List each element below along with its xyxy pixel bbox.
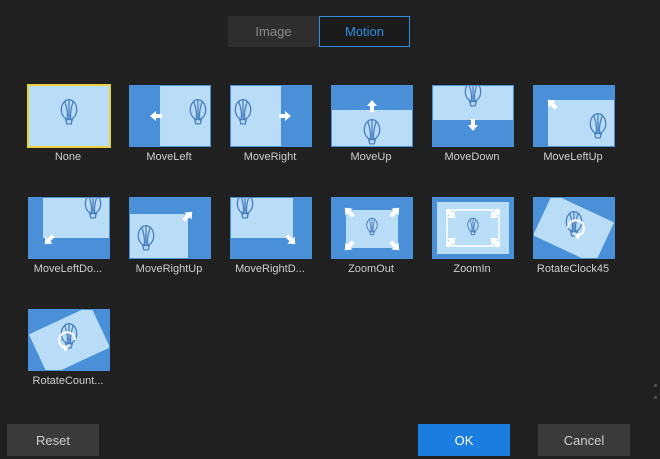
balloon-icon [130,86,210,146]
motion-item-rightdown[interactable]: MoveRightD... [230,197,312,295]
motion-thumbnail[interactable] [230,197,312,259]
motion-thumbnail[interactable] [533,85,615,147]
motion-label: MoveUp [350,151,392,163]
cancel-button[interactable]: Cancel [538,424,630,456]
balloon-icon [534,86,614,146]
motion-item-zoomout[interactable]: ZoomOut [331,197,413,295]
scrollbar-indicator [654,384,657,387]
motion-thumbnail[interactable] [432,197,514,259]
balloon-icon [231,198,311,258]
tab-image[interactable]: Image [228,16,319,47]
motion-item-right[interactable]: MoveRight [230,85,312,183]
balloon-icon [433,86,513,146]
reset-button[interactable]: Reset [7,424,99,456]
motion-thumbnail[interactable] [331,197,413,259]
tab-motion[interactable]: Motion [319,16,410,47]
motion-label: None [54,151,82,163]
motion-thumbnail[interactable] [533,197,615,259]
motion-label: RotateClock45 [536,263,610,275]
motion-thumbnail[interactable] [129,197,211,259]
balloon-icon [29,198,109,258]
motion-label: ZoomIn [453,263,491,275]
motion-item-zoomin[interactable]: ZoomIn [432,197,514,295]
balloon-icon [332,198,412,258]
scrollbar-indicator [654,396,657,399]
motion-thumbnail[interactable] [331,85,413,147]
motion-item-down[interactable]: MoveDown [432,85,514,183]
balloon-icon [29,86,109,146]
motion-thumbnail[interactable] [28,85,110,147]
motion-label: MoveLeftUp [543,151,603,163]
balloon-icon [433,198,513,258]
motion-item-up[interactable]: MoveUp [331,85,413,183]
balloon-icon [231,86,311,146]
balloon-icon [534,198,614,258]
motion-thumbnail[interactable] [28,197,110,259]
motion-label: MoveRightD... [235,263,305,275]
motion-item-rotcw[interactable]: RotateClock45 [533,197,615,295]
tab-bar: Image Motion [228,16,410,47]
motion-item-none[interactable]: None [28,85,110,183]
motion-label: MoveRightUp [135,263,203,275]
motion-item-rightup[interactable]: MoveRightUp [129,197,211,295]
motion-dialog: Image Motion None MoveLeft MoveRight Mov… [0,0,660,459]
motion-thumbnail[interactable] [129,85,211,147]
motion-item-leftdown[interactable]: MoveLeftDo... [28,197,110,295]
motion-label: MoveDown [444,151,500,163]
motion-label: MoveRight [243,151,297,163]
ok-button[interactable]: OK [418,424,510,456]
motion-item-leftup[interactable]: MoveLeftUp [533,85,615,183]
motion-item-rotccw[interactable]: RotateCount... [28,309,110,407]
motion-item-left[interactable]: MoveLeft [129,85,211,183]
motion-label: RotateCount... [32,375,104,387]
motion-thumbnail[interactable] [230,85,312,147]
motion-thumbnail[interactable] [432,85,514,147]
balloon-icon [29,310,109,370]
motion-label: MoveLeft [146,151,192,163]
balloon-icon [332,86,412,146]
motion-label: ZoomOut [348,263,394,275]
balloon-icon [130,198,210,258]
motion-thumbnail[interactable] [28,309,110,371]
motion-label: MoveLeftDo... [33,263,103,275]
